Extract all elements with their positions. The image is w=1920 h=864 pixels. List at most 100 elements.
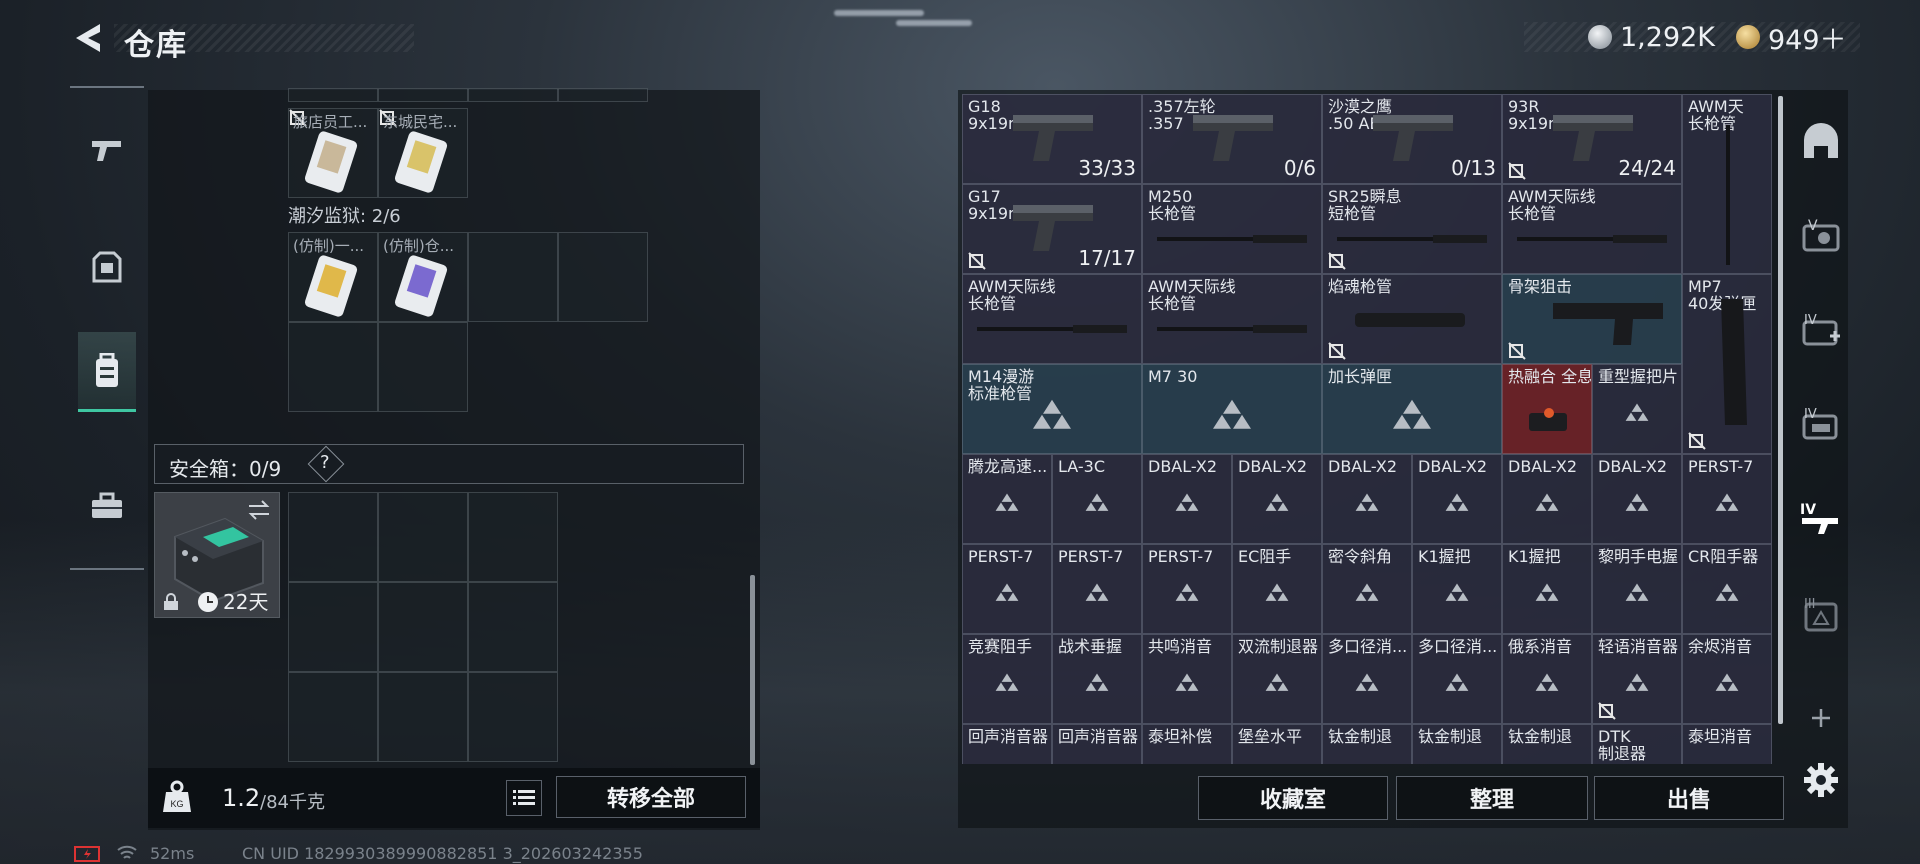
stash-item[interactable]: 泰坦消音 bbox=[1682, 724, 1772, 764]
stash-item[interactable]: K1握把 bbox=[1412, 544, 1502, 634]
inventory-slot[interactable] bbox=[468, 88, 558, 102]
safe-slot[interactable] bbox=[378, 582, 468, 672]
safe-slot[interactable] bbox=[288, 672, 378, 762]
back-button[interactable] bbox=[70, 20, 104, 56]
safe-slot[interactable] bbox=[288, 582, 378, 672]
stash-item[interactable]: 密令斜角 bbox=[1322, 544, 1412, 634]
stash-item[interactable]: 黎明手电握 bbox=[1592, 544, 1682, 634]
stash-item[interactable]: SR25瞬息 短枪管 bbox=[1322, 184, 1502, 274]
stash-item[interactable]: 热融合 全息 bbox=[1502, 364, 1592, 454]
stash-weapon[interactable]: G17 9x19mm 17/17 bbox=[962, 184, 1142, 274]
stash-item[interactable]: 竞赛阻手 bbox=[962, 634, 1052, 724]
tab-backpack[interactable] bbox=[78, 332, 136, 412]
stash-item[interactable]: 重型握把片 bbox=[1592, 364, 1682, 454]
tab-level-iv-c[interactable]: IV bbox=[1796, 488, 1846, 548]
safe-slot[interactable] bbox=[378, 492, 468, 582]
tab-level-v[interactable]: V bbox=[1796, 206, 1846, 266]
keycard-slot[interactable]: 东城民宅... bbox=[378, 108, 468, 198]
stash-item[interactable]: AWM天 长枪管 bbox=[1682, 94, 1772, 274]
stash-item[interactable]: M7 30 bbox=[1142, 364, 1322, 454]
stash-item[interactable]: EC阻手 bbox=[1232, 544, 1322, 634]
inventory-slot[interactable] bbox=[378, 322, 468, 412]
stash-item[interactable]: 俄系消音 bbox=[1502, 634, 1592, 724]
inventory-slot[interactable] bbox=[468, 232, 558, 322]
stash-item[interactable]: LA-3C bbox=[1052, 454, 1142, 544]
keycard-slot[interactable]: (仿制)仓... bbox=[378, 232, 468, 322]
tab-level-iv-a[interactable]: IV bbox=[1796, 300, 1846, 360]
stash-item[interactable]: 堡垒水平 bbox=[1232, 724, 1322, 764]
stash-item[interactable]: PERST-7 bbox=[962, 544, 1052, 634]
stash-item[interactable]: PERST-7 bbox=[1682, 454, 1772, 544]
collection-button[interactable]: 收藏室 bbox=[1198, 776, 1388, 820]
stash-item[interactable]: CR阻手器 bbox=[1682, 544, 1772, 634]
stash-item[interactable]: 钛金制退 bbox=[1502, 724, 1592, 764]
inventory-slot[interactable] bbox=[558, 88, 648, 102]
stash-weapon[interactable]: .357左轮 .357 0/6 bbox=[1142, 94, 1322, 184]
tab-helmet[interactable] bbox=[1796, 112, 1846, 172]
list-view-button[interactable] bbox=[506, 780, 542, 816]
stash-item[interactable]: PERST-7 bbox=[1142, 544, 1232, 634]
stash-item[interactable]: DBAL-X2 bbox=[1142, 454, 1232, 544]
stash-item[interactable]: K1握把 bbox=[1502, 544, 1592, 634]
stash-item[interactable]: DTK 制退器 bbox=[1592, 724, 1682, 764]
tab-level-iv-b[interactable]: IV bbox=[1796, 394, 1846, 454]
tab-armor[interactable] bbox=[78, 228, 136, 308]
safe-slot[interactable] bbox=[468, 492, 558, 582]
stash-item[interactable]: 焰魂枪管 bbox=[1322, 274, 1502, 364]
stash-item[interactable]: M14漫游 标准枪管 bbox=[962, 364, 1142, 454]
inventory-slot[interactable] bbox=[378, 88, 468, 102]
stash-item[interactable]: 回声消音器 bbox=[1052, 724, 1142, 764]
stash-item[interactable]: 加长弹匣 bbox=[1322, 364, 1502, 454]
stash-item[interactable]: 多口径消... bbox=[1412, 634, 1502, 724]
stash-item[interactable]: DBAL-X2 bbox=[1502, 454, 1592, 544]
stash-weapon[interactable]: G18 9x19mm 33/33 bbox=[962, 94, 1142, 184]
stash-item[interactable]: AWM天际线 长枪管 bbox=[962, 274, 1142, 364]
stash-item[interactable]: 共鸣消音 bbox=[1142, 634, 1232, 724]
keycard-slot[interactable]: 旅店员工... bbox=[288, 108, 378, 198]
safe-slot[interactable] bbox=[468, 582, 558, 672]
stash-item[interactable]: DBAL-X2 bbox=[1322, 454, 1412, 544]
sell-button[interactable]: 出售 bbox=[1594, 776, 1784, 820]
inventory-slot[interactable] bbox=[288, 322, 378, 412]
stash-item[interactable]: 双流制退器 bbox=[1232, 634, 1322, 724]
stash-scrollbar[interactable] bbox=[1778, 96, 1783, 724]
stash-item[interactable]: AWM天际线 长枪管 bbox=[1142, 274, 1322, 364]
stash-item[interactable]: 钛金制退 bbox=[1322, 724, 1412, 764]
stash-item[interactable]: DBAL-X2 bbox=[1232, 454, 1322, 544]
inventory-slot[interactable] bbox=[288, 88, 378, 102]
stash-item[interactable]: DBAL-X2 bbox=[1412, 454, 1502, 544]
transfer-all-button[interactable]: 转移全部 bbox=[556, 776, 746, 818]
tab-level-iii[interactable]: III bbox=[1796, 584, 1846, 644]
stash-item[interactable]: 腾龙高速... bbox=[962, 454, 1052, 544]
stash-item[interactable]: 泰坦补偿 bbox=[1142, 724, 1232, 764]
stash-item[interactable]: 骨架狙击 bbox=[1502, 274, 1682, 364]
inventory-scrollbar[interactable] bbox=[750, 575, 755, 765]
stash-weapon[interactable]: 93R 9x19mm 24/24 bbox=[1502, 94, 1682, 184]
stash-item[interactable]: 回声消音器 bbox=[962, 724, 1052, 764]
stash-item[interactable]: 战术垂握 bbox=[1052, 634, 1142, 724]
safe-box-item[interactable]: 22天 bbox=[154, 492, 280, 618]
swap-icon[interactable] bbox=[247, 499, 271, 521]
stash-item[interactable]: 轻语消音器 bbox=[1592, 634, 1682, 724]
safe-slot[interactable] bbox=[288, 492, 378, 582]
stash-item[interactable]: DBAL-X2 bbox=[1592, 454, 1682, 544]
stash-item[interactable]: 余烬消音 bbox=[1682, 634, 1772, 724]
stash-item[interactable]: M250 长枪管 bbox=[1142, 184, 1322, 274]
sort-button[interactable]: 整理 bbox=[1396, 776, 1588, 820]
inventory-slot[interactable] bbox=[558, 232, 648, 322]
help-icon[interactable]: ? bbox=[320, 452, 330, 473]
settings-button[interactable] bbox=[1796, 750, 1846, 810]
stash-item[interactable]: MP7 40发弹匣 bbox=[1682, 274, 1772, 454]
tab-toolbox[interactable] bbox=[78, 466, 136, 546]
stash-item[interactable]: AWM天际线 长枪管 bbox=[1502, 184, 1682, 274]
safe-slot[interactable] bbox=[378, 672, 468, 762]
add-tab-button[interactable] bbox=[1796, 688, 1846, 748]
keycard-slot[interactable]: (仿制)一... bbox=[288, 232, 378, 322]
stash-item[interactable]: PERST-7 bbox=[1052, 544, 1142, 634]
safe-slot[interactable] bbox=[468, 672, 558, 762]
stash-weapon[interactable]: 沙漠之鹰 .50 AE 0/13 bbox=[1322, 94, 1502, 184]
tab-weapons[interactable] bbox=[78, 110, 136, 190]
stash-item[interactable]: 多口径消... bbox=[1322, 634, 1412, 724]
gold-currency[interactable]: 949＋ bbox=[1736, 20, 1847, 56]
stash-item[interactable]: 钛金制退 bbox=[1412, 724, 1502, 764]
